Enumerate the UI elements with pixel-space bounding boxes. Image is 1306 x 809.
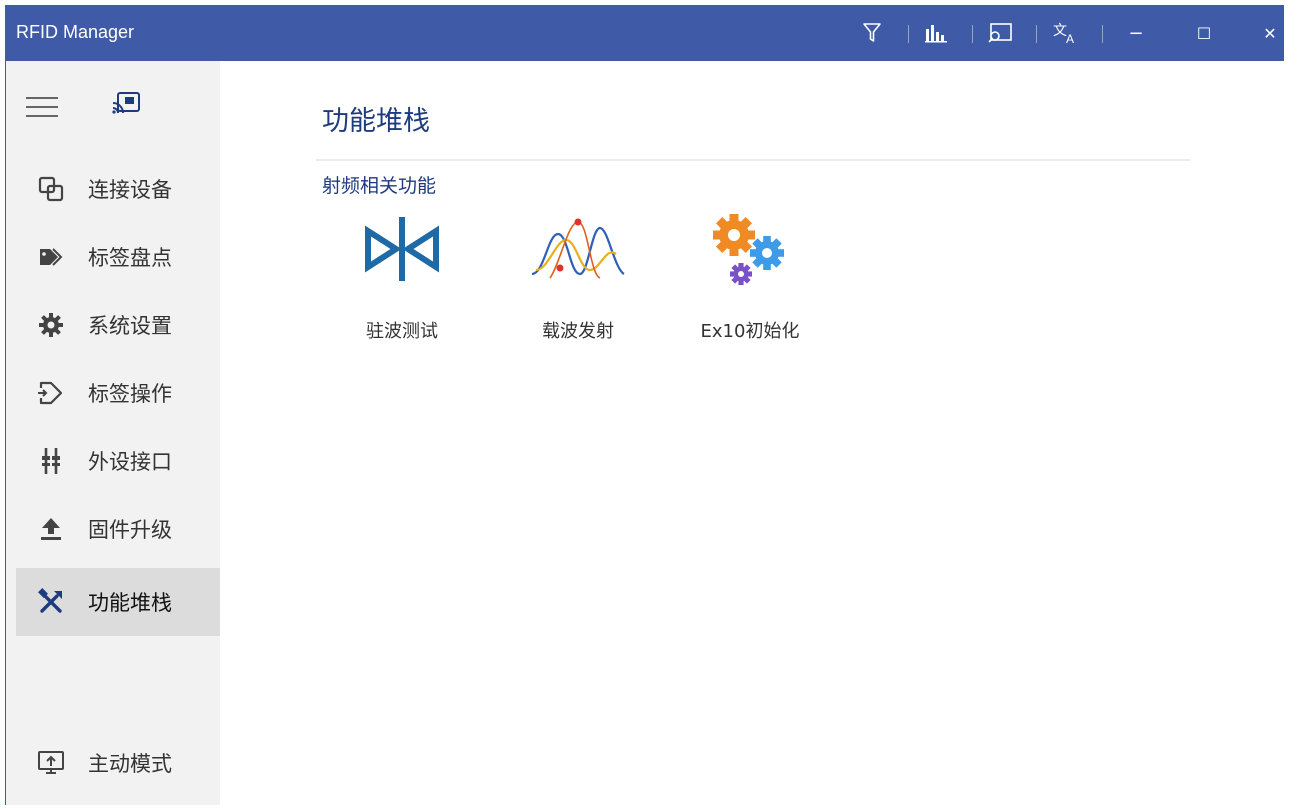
page-title: 功能堆栈 (322, 106, 430, 137)
toolbar-separator (908, 25, 909, 43)
sidebar-item-label: 标签操作 (88, 382, 172, 406)
sidebar-item-peripheral-interface[interactable]: 外设接口 (16, 427, 220, 495)
upload-icon (36, 514, 66, 544)
sidebar-item-tag-inventory[interactable]: 标签盘点 (16, 223, 220, 291)
title-divider (316, 159, 1190, 161)
title-bar[interactable]: RFID Manager 文A − ☐ ✕ (6, 5, 1284, 61)
tag-icon (36, 242, 66, 272)
app-title: RFID Manager (16, 22, 135, 42)
svg-text:A: A (1066, 32, 1074, 45)
sidebar-item-label: 外设接口 (88, 450, 172, 474)
carrier-wave-icon (503, 199, 653, 299)
active-mode-icon (36, 748, 66, 778)
rfid-reader-icon[interactable] (106, 87, 146, 123)
toolbar-separator (1036, 25, 1037, 43)
sidebar-item-connect-device[interactable]: 连接设备 (16, 155, 220, 223)
function-vswr-test[interactable]: 驻波测试 (327, 199, 477, 349)
hamburger-menu-icon[interactable] (26, 95, 60, 119)
sidebar-item-firmware-upgrade[interactable]: 固件升级 (16, 495, 220, 563)
sidebar-item-label: 连接设备 (88, 178, 172, 202)
sidebar-item-tag-operation[interactable]: 标签操作 (16, 359, 220, 427)
function-label: 驻波测试 (366, 321, 438, 342)
minimize-button[interactable]: − (1118, 17, 1154, 49)
gear-icon (36, 310, 66, 340)
main-content: 功能堆栈 射频相关功能 驻波测试 载波发射 Ex10初始化 (220, 61, 1284, 805)
gears-icon (675, 199, 825, 299)
translate-icon[interactable]: 文A (1050, 17, 1082, 49)
toolbar-separator (1102, 25, 1103, 43)
function-ex10-init[interactable]: Ex10初始化 (675, 199, 825, 349)
tag-operate-icon (36, 378, 66, 408)
sidebar-item-label: 系统设置 (88, 314, 172, 338)
function-label: 载波发射 (542, 321, 614, 342)
sidebar: 连接设备 标签盘点 系统设置 标签操作 外设接口 固件升级 功能堆栈 主动模式 (6, 61, 220, 805)
filter-icon[interactable] (856, 17, 888, 49)
vswr-icon (327, 199, 477, 299)
sidebar-item-active-mode[interactable]: 主动模式 (16, 729, 220, 797)
function-carrier-transmit[interactable]: 载波发射 (503, 199, 653, 349)
sidebar-item-label: 主动模式 (88, 752, 172, 776)
close-button[interactable]: ✕ (1252, 17, 1288, 49)
sidebar-item-label: 功能堆栈 (88, 591, 172, 615)
sidebar-item-label: 标签盘点 (88, 246, 172, 270)
sidebar-item-label: 固件升级 (88, 518, 172, 542)
peripheral-icon (36, 446, 66, 476)
section-title: 射频相关功能 (322, 175, 437, 197)
function-label: Ex10初始化 (700, 321, 800, 342)
tools-icon (36, 587, 66, 617)
app-window: RFID Manager 文A − ☐ ✕ 连接设备 标签盘点 系统设置 标签操… (5, 5, 1284, 805)
connect-icon (36, 174, 66, 204)
sidebar-item-system-settings[interactable]: 系统设置 (16, 291, 220, 359)
svg-text:文: 文 (1053, 23, 1067, 39)
toolbar-separator (972, 25, 973, 43)
chart-icon[interactable] (920, 17, 952, 49)
maximize-button[interactable]: ☐ (1186, 17, 1222, 49)
sidebar-item-function-stack[interactable]: 功能堆栈 (16, 568, 220, 636)
screen-search-icon[interactable] (984, 17, 1016, 49)
